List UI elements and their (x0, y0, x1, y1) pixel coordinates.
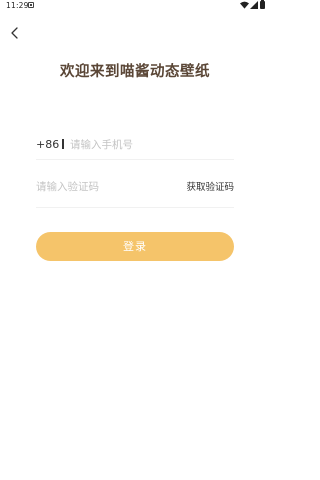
phone-input[interactable] (70, 136, 230, 154)
back-button[interactable] (7, 25, 23, 41)
login-button[interactable]: 登录 (36, 232, 234, 261)
country-code-divider (62, 139, 64, 149)
verification-code-input[interactable] (36, 178, 176, 196)
signal-icon (250, 1, 258, 9)
page-title: 欢迎来到喵酱动态壁纸 (60, 64, 210, 80)
country-code[interactable]: +86 (36, 138, 59, 151)
get-code-button[interactable]: 获取验证码 (186, 179, 234, 193)
code-row: 获取验证码 (36, 172, 234, 208)
battery-icon (260, 0, 265, 9)
status-bar: 11:29 (0, 0, 270, 12)
chevron-left-icon (11, 27, 18, 39)
status-time: 11:29 (6, 1, 29, 10)
notification-icon (28, 2, 34, 8)
phone-row: +86 (36, 132, 234, 160)
login-page: 11:29 欢迎来到喵酱动态壁纸 +86 获取验证码 登录 (0, 0, 270, 480)
wifi-icon (240, 1, 249, 9)
